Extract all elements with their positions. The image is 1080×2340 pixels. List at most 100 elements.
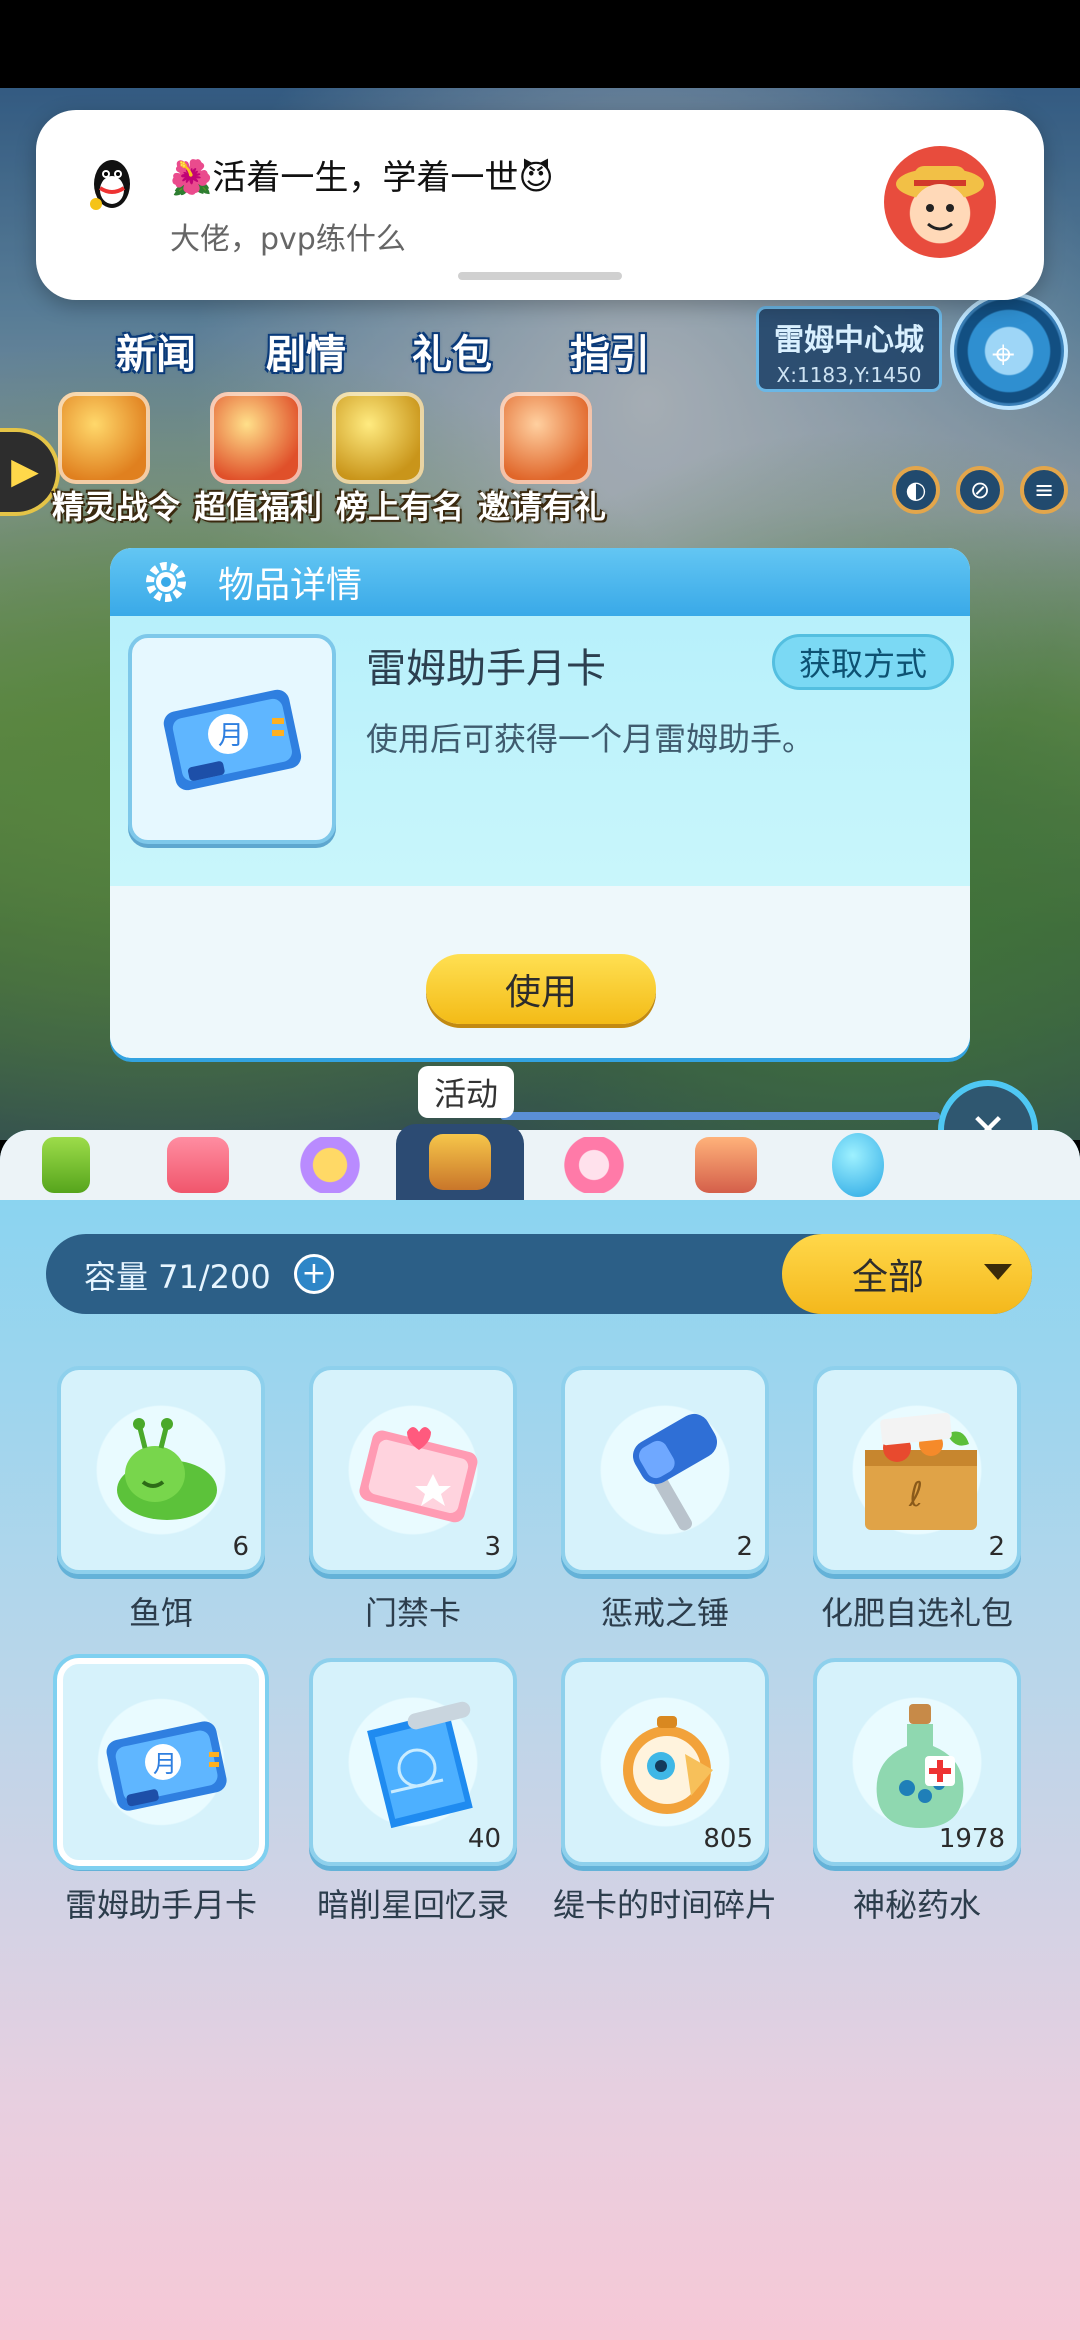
detail-item-frame: 月 xyxy=(128,634,336,844)
tab-gift-box[interactable] xyxy=(134,1130,262,1200)
tab-egg[interactable] xyxy=(794,1130,922,1200)
hud-battle-pass-label[interactable]: 精灵战令 xyxy=(52,482,180,528)
inventory-slot[interactable]: ℓ 2 化肥自选礼包 xyxy=(802,1366,1032,1634)
menu-icon[interactable]: ≡ xyxy=(1020,466,1068,514)
hud-welfare-label[interactable]: 超值福利 xyxy=(194,482,322,528)
item-name: 鱼饵 xyxy=(128,1594,193,1632)
capacity-label: 容量 71/200 xyxy=(84,1258,271,1296)
hud-ranking-label[interactable]: 榜上有名 xyxy=(336,482,464,528)
welfare-icon[interactable] xyxy=(210,392,302,484)
chest-icon xyxy=(429,1134,491,1190)
svg-text:月: 月 xyxy=(153,1750,177,1778)
tab-battery[interactable] xyxy=(2,1130,130,1200)
mute-icon[interactable]: ⊘ xyxy=(956,466,1004,514)
inventory-tabbar xyxy=(0,1124,1080,1200)
crate-icon: ℓ xyxy=(865,1412,977,1530)
slug-icon xyxy=(117,1418,217,1520)
inventory-panel: 容量 71/200 + 全部 6 鱼饵 3 门禁卡 2 惩戒之锤 ℓ 2 化肥自… xyxy=(0,1124,1080,2340)
blueprint-scroll-icon xyxy=(367,1701,473,1829)
item-name: 雷姆助手月卡 xyxy=(64,1886,257,1924)
potion-icon xyxy=(876,1704,964,1828)
slot-frame: 2 xyxy=(561,1366,769,1574)
use-button[interactable]: 使用 xyxy=(426,954,656,1024)
location-name: 雷姆中心城 xyxy=(774,323,924,358)
item-count: 40 xyxy=(467,1824,501,1854)
tab-rocking-horse[interactable] xyxy=(662,1130,790,1200)
location-coordinates: X:1183,Y:1450 xyxy=(776,363,922,387)
detail-item-name: 雷姆助手月卡 xyxy=(366,646,606,692)
chevron-down-icon xyxy=(984,1264,1012,1280)
slot-frame: 月 xyxy=(57,1658,265,1866)
item-name: 缇卡的时间碎片 xyxy=(552,1886,777,1924)
gift-box-icon xyxy=(167,1137,229,1193)
battle-pass-icon[interactable] xyxy=(58,392,150,484)
map-button[interactable]: ⌖ xyxy=(950,292,1068,410)
hud-invite-label[interactable]: 邀请有礼 xyxy=(478,482,606,528)
inventory-slot[interactable]: 1978 神秘药水 xyxy=(802,1658,1032,1926)
capacity-bar: 容量 71/200 + 全部 xyxy=(46,1234,1032,1314)
magic-wand-icon xyxy=(299,1137,361,1193)
item-name: 化肥自选礼包 xyxy=(820,1594,1013,1632)
item-name: 门禁卡 xyxy=(364,1594,461,1632)
item-name: 惩戒之锤 xyxy=(600,1594,729,1632)
clock-fragment-icon xyxy=(623,1716,713,1814)
item-name: 神秘药水 xyxy=(852,1886,981,1924)
access-card-icon xyxy=(359,1427,478,1523)
filter-selected-value: 全部 xyxy=(852,1257,925,1298)
detail-footer: 使用 xyxy=(110,886,970,1058)
hud-story-label[interactable]: 剧情 xyxy=(266,322,346,380)
qq-penguin-icon xyxy=(90,160,130,210)
item-count: 1978 xyxy=(938,1824,1005,1854)
location-display: 雷姆中心城 X:1183,Y:1450 xyxy=(756,306,942,392)
inventory-slot[interactable]: 3 门禁卡 xyxy=(298,1366,528,1634)
event-progress-line xyxy=(500,1112,940,1120)
slot-frame: 40 xyxy=(309,1658,517,1866)
detail-header: 物品详情 xyxy=(110,548,970,616)
detail-body: 月 雷姆助手月卡 使用后可获得一个月雷姆助手。 获取方式 xyxy=(110,616,970,886)
battery-icon xyxy=(42,1137,90,1193)
hud-guide-label[interactable]: 指引 xyxy=(570,322,650,380)
voice-icon[interactable]: ◐ xyxy=(892,466,940,514)
tab-chest[interactable] xyxy=(396,1124,524,1200)
inventory-slot[interactable]: 805 缇卡的时间碎片 xyxy=(550,1658,780,1926)
item-detail-dialog: 物品详情 月 雷姆助手月卡 使用后可获得一个月雷姆助手。 获取方式 使用 xyxy=(110,548,970,1058)
category-filter-dropdown[interactable]: 全部 xyxy=(782,1234,1032,1314)
svg-text:ℓ: ℓ xyxy=(908,1475,923,1515)
hud-gift-label[interactable]: 礼包 xyxy=(412,322,492,380)
notification-message: 大佬，pvp练什么 xyxy=(170,222,406,257)
invite-icon[interactable] xyxy=(500,392,592,484)
notification-title: 🌺活着一生，学着一世😈 xyxy=(170,158,554,198)
item-count: 6 xyxy=(232,1532,249,1562)
activity-tag[interactable]: 活动 xyxy=(418,1066,515,1118)
item-name: 暗削星回忆录 xyxy=(316,1886,509,1924)
month-card-icon: 月 xyxy=(163,689,302,791)
rocking-horse-icon xyxy=(695,1137,757,1193)
get-method-button[interactable]: 获取方式 xyxy=(772,634,954,690)
notification-drag-handle[interactable] xyxy=(458,272,622,280)
hud-news-label[interactable]: 新闻 xyxy=(116,322,196,380)
item-count: 805 xyxy=(703,1824,753,1854)
detail-item-description: 使用后可获得一个月雷姆助手。 xyxy=(366,720,815,758)
item-count: 2 xyxy=(736,1532,753,1562)
map-pin-icon: ⌖ xyxy=(992,332,1015,378)
tab-magic-wand[interactable] xyxy=(266,1130,394,1200)
tab-dress[interactable] xyxy=(530,1130,658,1200)
detail-title: 物品详情 xyxy=(218,565,363,606)
slot-frame: ℓ 2 xyxy=(813,1366,1021,1574)
inventory-slot[interactable]: 6 鱼饵 xyxy=(46,1366,276,1634)
expand-capacity-plus-icon[interactable]: + xyxy=(294,1254,334,1294)
item-count: 3 xyxy=(484,1532,501,1562)
gear-icon xyxy=(146,562,186,602)
slot-frame: 3 xyxy=(309,1366,517,1574)
ranking-trophy-icon[interactable] xyxy=(332,392,424,484)
hammer-icon xyxy=(632,1413,718,1531)
inventory-slot[interactable]: 2 惩戒之锤 xyxy=(550,1366,780,1634)
notification-banner[interactable]: 🌺活着一生，学着一世😈 大佬，pvp练什么 xyxy=(36,110,1044,300)
inventory-slot-selected[interactable]: 月 雷姆助手月卡 xyxy=(46,1658,276,1926)
inventory-slot[interactable]: 40 暗削星回忆录 xyxy=(298,1658,528,1926)
dress-icon xyxy=(563,1137,625,1193)
slot-frame: 805 xyxy=(561,1658,769,1866)
sender-avatar xyxy=(884,146,996,258)
slot-frame: 1978 xyxy=(813,1658,1021,1866)
slot-frame: 6 xyxy=(57,1366,265,1574)
